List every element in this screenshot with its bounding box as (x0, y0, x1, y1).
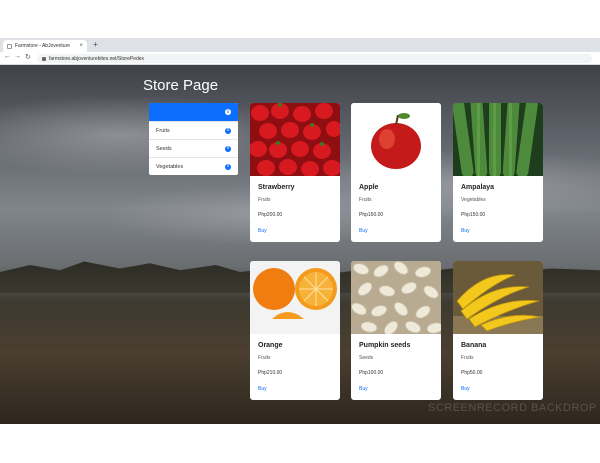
browser-tab-bar: Farmstore - AbJoventure × + (0, 38, 600, 52)
info-icon: i (225, 145, 231, 152)
lock-icon (42, 56, 46, 61)
product-name: Strawberry (258, 184, 295, 191)
product-price: Php100.00 (359, 370, 384, 376)
product-price: Php210.00 (258, 370, 283, 376)
buy-link[interactable]: Buy (461, 228, 535, 234)
letterbox-top (0, 0, 600, 38)
orange-image (250, 261, 340, 334)
apple-image (351, 103, 441, 176)
category-item-all[interactable]: i (149, 103, 238, 121)
product-card-ampalaya: Ampalaya Vegetables Php150.00 Buy (453, 103, 543, 242)
back-button[interactable]: ← (4, 53, 11, 60)
product-price: Php200.00 (258, 212, 283, 218)
buy-link[interactable]: Buy (258, 386, 332, 392)
page-title: Store Page (143, 77, 219, 94)
info-icon: i (225, 127, 231, 134)
product-name: Orange (258, 342, 283, 349)
browser-tab[interactable]: Farmstore - AbJoventure × (3, 40, 87, 52)
strawberry-image (250, 103, 340, 176)
category-item-seeds[interactable]: Seeds i (149, 139, 238, 157)
category-list: i Fruits i Seeds i Vegetables i (149, 103, 238, 175)
close-tab-icon[interactable]: × (79, 43, 83, 49)
info-icon: i (225, 109, 231, 115)
banana-image (453, 261, 543, 334)
buy-link[interactable]: Buy (461, 386, 535, 392)
product-category: Vegetables (461, 197, 486, 203)
category-label: Seeds (156, 145, 172, 152)
product-category: Fruits (461, 355, 474, 361)
product-card-pumpkin-seeds: Pumpkin seeds Seeds Php100.00 Buy (351, 261, 441, 400)
product-price: Php50.00 (461, 370, 483, 376)
product-name: Banana (461, 342, 487, 349)
address-bar[interactable]: farmstore.abjoventurebites.net/StorePede… (37, 54, 592, 63)
buy-link[interactable]: Buy (359, 228, 433, 234)
product-name: Ampalaya (461, 184, 495, 191)
product-price: Php150.00 (461, 212, 486, 218)
browser-toolbar: ← → ↻ farmstore.abjoventurebites.net/Sto… (0, 52, 600, 65)
product-category: Fruits (359, 197, 372, 203)
product-card-strawberry: Strawberry Fruits Php200.00 Buy (250, 103, 340, 242)
tab-title: Farmstore - AbJoventure (15, 43, 71, 49)
product-category: Fruits (258, 197, 271, 203)
address-url: farmstore.abjoventurebites.net/StorePede… (49, 55, 145, 62)
product-category: Fruits (258, 355, 271, 361)
product-name: Pumpkin seeds (359, 342, 411, 349)
letterbox-bottom (0, 424, 600, 463)
pumpkin-seeds-image (351, 261, 441, 334)
page-viewport: Store Page i Fruits i Seeds i Vegetables… (0, 65, 600, 424)
product-card-apple: Apple Fruits Php150.00 Buy (351, 103, 441, 242)
buy-link[interactable]: Buy (258, 228, 332, 234)
info-icon: i (225, 163, 231, 170)
category-label: Fruits (156, 127, 170, 134)
buy-link[interactable]: Buy (359, 386, 433, 392)
ampalaya-image (453, 103, 543, 176)
product-name: Apple (359, 184, 379, 191)
product-card-orange: Orange Fruits Php210.00 Buy (250, 261, 340, 400)
watermark-text: SCREENRECORD BACKDROP (428, 402, 597, 414)
category-label: Vegetables (156, 163, 184, 170)
category-item-vegetables[interactable]: Vegetables i (149, 157, 238, 175)
page-favicon-icon (7, 43, 12, 49)
product-price: Php150.00 (359, 212, 384, 218)
product-category: Seeds (359, 355, 374, 361)
forward-button[interactable]: → (14, 53, 21, 60)
new-tab-button[interactable]: + (93, 40, 98, 49)
reload-button[interactable]: ↻ (25, 53, 31, 61)
category-item-fruits[interactable]: Fruits i (149, 121, 238, 139)
product-card-banana: Banana Fruits Php50.00 Buy (453, 261, 543, 400)
